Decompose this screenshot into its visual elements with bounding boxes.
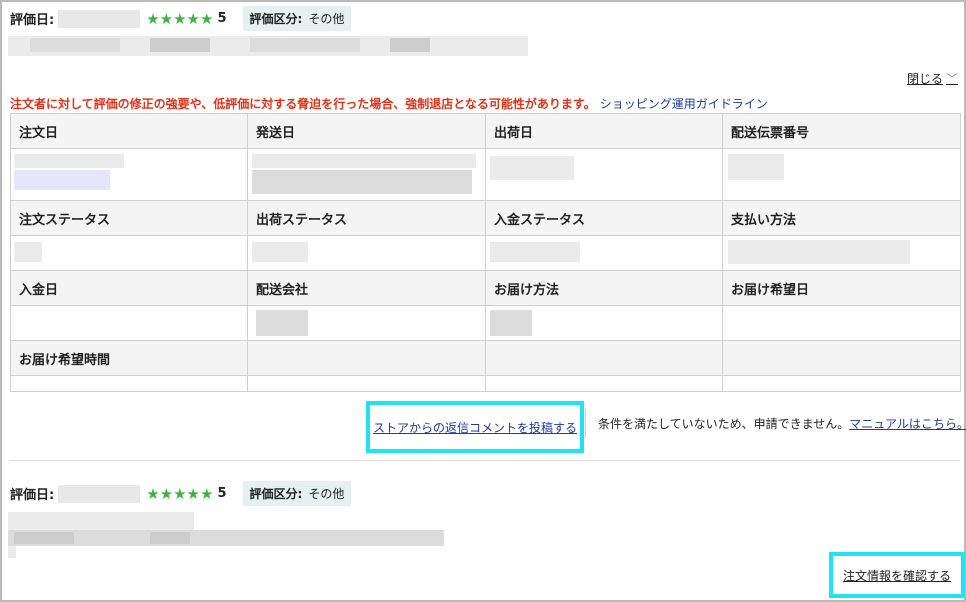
section-divider	[10, 460, 960, 461]
header-cell: お届け希望時間	[10, 340, 248, 376]
table-row	[10, 375, 961, 392]
header-cell: 配送伝票番号	[722, 113, 961, 149]
table-header-row: 注文ステータス 出荷ステータス 入金ステータス 支払い方法	[10, 200, 961, 236]
value-cell	[247, 375, 486, 392]
review-date-blurred	[58, 484, 141, 503]
category-label: 評価区分:	[249, 12, 303, 26]
warning-text: 注文者に対して評価の修正の強要や、低評価に対する脅迫を行った場合、強制退店となる…	[10, 97, 596, 111]
chevron-down-icon: ﹀	[945, 72, 958, 86]
table-row	[10, 148, 961, 201]
value-cell	[10, 235, 248, 271]
rating-stars: ★★★★★	[146, 484, 214, 503]
header-cell: 支払い方法	[722, 200, 961, 236]
value-cell	[10, 375, 248, 392]
order-info-highlight: 注文情報を確認する	[829, 552, 965, 598]
guideline-link[interactable]: ショッピング運用ガイドライン	[600, 97, 768, 111]
manual-link[interactable]: マニュアルはこちら。	[849, 417, 966, 431]
header-cell: 出荷日	[485, 113, 723, 149]
header-cell: 出荷ステータス	[247, 200, 486, 236]
review-date-label: 評価日:	[10, 13, 55, 28]
divider	[585, 408, 586, 438]
rating-score: 5	[217, 486, 227, 501]
rating-stars: ★★★★★	[146, 9, 214, 28]
header-cell	[247, 340, 486, 376]
order-info-link[interactable]: 注文情報を確認する	[843, 567, 951, 584]
category-value: その他	[308, 487, 345, 501]
value-cell	[10, 305, 248, 341]
close-link[interactable]: 閉じる ﹀	[907, 70, 958, 87]
reply-comment-link[interactable]: ストアからの返信コメントを投稿する	[373, 419, 577, 436]
header-cell: 注文日	[10, 113, 248, 149]
value-cell	[485, 375, 723, 392]
header-cell: 発送日	[247, 113, 486, 149]
condition-text: 条件を満たしていないため、申請できません。	[598, 417, 850, 431]
table-header-row: 入金日 配送会社 お届け方法 お届け希望日	[10, 270, 961, 306]
header-cell: 入金ステータス	[485, 200, 723, 236]
table-header-row: お届け希望時間	[10, 340, 961, 376]
value-cell	[722, 375, 961, 392]
review-header: 評価日: ★★★★★ 5 評価区分: その他	[10, 481, 352, 506]
header-cell: 配送会社	[247, 270, 486, 306]
header-cell: お届け希望日	[722, 270, 961, 306]
header-cell	[485, 340, 723, 376]
review-date-blurred	[58, 9, 141, 28]
warning-message: 注文者に対して評価の修正の強要や、低評価に対する脅迫を行った場合、強制退店となる…	[10, 95, 768, 112]
value-cell	[722, 305, 961, 341]
category-badge: 評価区分: その他	[242, 6, 352, 31]
condition-message: 条件を満たしていないため、申請できません。マニュアルはこちら。	[598, 415, 966, 432]
header-cell: 入金日	[10, 270, 248, 306]
review-header: 評価日: ★★★★★ 5 評価区分: その他	[10, 6, 352, 31]
table-header-row: 注文日 発送日 出荷日 配送伝票番号	[10, 113, 961, 149]
header-cell: 注文ステータス	[10, 200, 248, 236]
category-label: 評価区分:	[249, 487, 303, 501]
reply-comment-highlight: ストアからの返信コメントを投稿する	[366, 401, 584, 453]
header-cell: お届け方法	[485, 270, 723, 306]
category-value: その他	[308, 12, 345, 26]
review-date-label: 評価日:	[10, 488, 55, 503]
rating-score: 5	[217, 11, 227, 26]
header-cell	[722, 340, 961, 376]
table-row	[10, 305, 961, 341]
category-badge: 評価区分: その他	[242, 481, 352, 506]
